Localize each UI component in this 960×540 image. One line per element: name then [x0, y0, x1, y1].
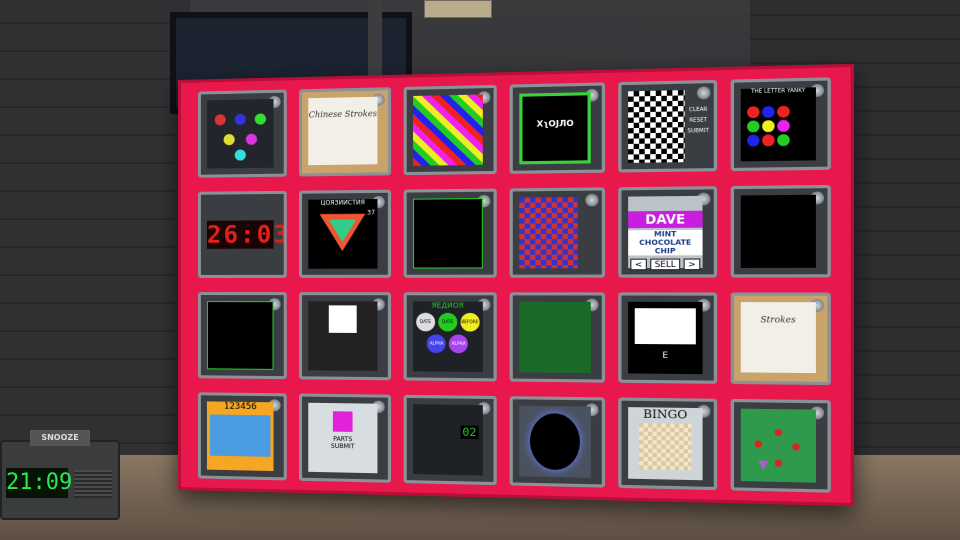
clock-display: 21:09: [6, 468, 72, 498]
comic-image: [209, 414, 271, 457]
symbol-display: [329, 305, 357, 334]
parts-display: [332, 411, 353, 433]
module-timer: 26:03: [197, 190, 288, 278]
module-ice-cream[interactable]: DAVE MINT CHOCOLATE CHIP < SELL >: [618, 186, 717, 278]
prev-button[interactable]: <: [630, 258, 647, 271]
module-parts[interactable]: PARTS SUBMIT: [299, 393, 391, 483]
pegs-icon: [214, 113, 267, 161]
module-maze-green[interactable]: [197, 292, 288, 380]
module-typewriter[interactable]: [299, 292, 391, 381]
module-green-felt[interactable]: [730, 398, 831, 493]
module-crossword[interactable]: CLEAR RESET SUBMIT: [618, 79, 717, 173]
submit-button[interactable]: SUBMIT: [688, 128, 709, 135]
module-letter-yanky[interactable]: THE LETTER YANKY: [730, 77, 831, 172]
button-date-1[interactable]: DATE: [415, 312, 435, 332]
bingo-title: BINGO: [643, 407, 688, 422]
button-before[interactable]: BEFORE: [460, 312, 480, 332]
button-alpha-1[interactable]: ALPHA: [427, 334, 447, 354]
flavor-label: MINT CHOCOLATE CHIP: [628, 229, 703, 256]
buttons-header: ЯЕДИОЯ: [431, 301, 464, 310]
speaker-grille: [74, 470, 112, 498]
module-circuit-board[interactable]: [509, 292, 606, 383]
module-black-hole[interactable]: [509, 396, 606, 488]
reset-button[interactable]: RESET: [688, 117, 709, 124]
button-date-2[interactable]: DATE: [438, 312, 458, 332]
colored-dots-icon: [746, 105, 790, 147]
module-counter[interactable]: 02: [403, 394, 497, 486]
module-color-grid[interactable]: [509, 187, 606, 278]
module-bingo[interactable]: BINGO: [618, 397, 717, 491]
module-chinese-strokes[interactable]: Chinese Strokes: [299, 87, 391, 177]
module-maze-3d[interactable]: [403, 188, 497, 278]
module-buttons[interactable]: ЯЕДИОЯ DATE DATE BEFORE ALPHA ALPHA: [403, 292, 497, 382]
timer-display: 26:03: [206, 220, 288, 249]
counter-display: 02: [460, 425, 479, 440]
logo-text: XʅОЈЛО: [536, 118, 574, 129]
bomb-casing: Chinese Strokes XʅОЈЛО CLEAR RESET SUBMI…: [178, 63, 855, 507]
module-triangle[interactable]: ЦОЯЗИИСТИЯ 37: [299, 189, 391, 278]
module-garfield[interactable]: 123456: [197, 392, 288, 481]
triangle-number: 37: [367, 209, 376, 217]
note-paper-2: Strokes: [740, 302, 816, 374]
black-hole-icon: [529, 412, 581, 471]
wall-outlet: [424, 0, 492, 18]
status-light: [585, 193, 599, 207]
module-logo[interactable]: XʅОЈЛО: [509, 82, 606, 174]
button-alpha-2[interactable]: ALPHA: [449, 334, 469, 354]
left-wall: [0, 0, 190, 470]
module-colored-symbols[interactable]: [403, 84, 497, 176]
parts-submit-button[interactable]: SUBMIT: [309, 443, 378, 451]
customer-name: DAVE: [628, 210, 703, 229]
module-keypad-dark[interactable]: [730, 184, 831, 278]
snooze-button[interactable]: SNOOZE: [30, 430, 90, 446]
alarm-clock: SNOOZE 21:09: [0, 430, 120, 520]
felt-dots-icon: [754, 428, 800, 471]
bingo-grid: [639, 423, 692, 471]
clear-button[interactable]: CLEAR: [688, 107, 709, 114]
perspective-display: [635, 308, 696, 345]
module-strokes[interactable]: Strokes: [730, 292, 831, 386]
module-colored-pegs[interactable]: [197, 89, 288, 178]
perspective-letter: E: [662, 350, 668, 361]
digit-display: 123456: [223, 401, 257, 413]
status-light: [696, 86, 711, 100]
module-perspective[interactable]: E: [618, 292, 717, 384]
next-button[interactable]: >: [683, 258, 701, 271]
sell-button[interactable]: SELL: [650, 258, 681, 271]
note-paper: Chinese Strokes: [308, 96, 378, 166]
